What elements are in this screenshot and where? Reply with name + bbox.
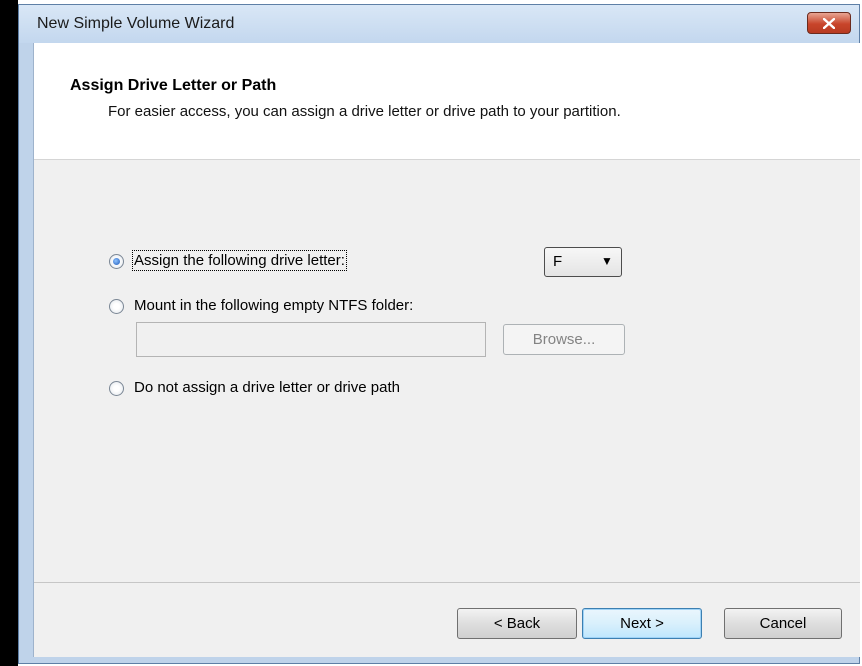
drive-letter-value: F bbox=[553, 253, 563, 270]
mount-folder-radio[interactable] bbox=[109, 299, 124, 314]
wizard-header: Assign Drive Letter or Path For easier a… bbox=[34, 43, 860, 160]
no-assign-radio[interactable] bbox=[109, 381, 124, 396]
background-edge bbox=[0, 0, 18, 666]
page-title: Assign Drive Letter or Path bbox=[70, 77, 277, 94]
assign-letter-radio[interactable] bbox=[109, 254, 124, 269]
window-title: New Simple Volume Wizard bbox=[37, 15, 235, 32]
folder-path-field[interactable] bbox=[136, 322, 486, 357]
wizard-window: New Simple Volume Wizard Assign Drive Le… bbox=[18, 4, 860, 664]
next-button[interactable]: Next > bbox=[582, 608, 702, 639]
assign-letter-label[interactable]: Assign the following drive letter: bbox=[132, 250, 347, 271]
title-bar[interactable]: New Simple Volume Wizard bbox=[19, 5, 859, 43]
chevron-down-icon: ▼ bbox=[601, 254, 613, 268]
no-assign-label[interactable]: Do not assign a drive letter or drive pa… bbox=[134, 379, 400, 396]
footer-divider bbox=[34, 582, 860, 583]
browse-button[interactable]: Browse... bbox=[503, 324, 625, 355]
close-button[interactable] bbox=[807, 12, 851, 34]
cancel-button[interactable]: Cancel bbox=[724, 608, 842, 639]
drive-letter-select[interactable]: F ▼ bbox=[544, 247, 622, 277]
page-subtitle: For easier access, you can assign a driv… bbox=[108, 103, 621, 120]
back-button[interactable]: < Back bbox=[457, 608, 577, 639]
close-icon bbox=[823, 17, 835, 29]
dialog-body: Assign Drive Letter or Path For easier a… bbox=[33, 43, 860, 657]
mount-folder-label[interactable]: Mount in the following empty NTFS folder… bbox=[134, 297, 413, 314]
